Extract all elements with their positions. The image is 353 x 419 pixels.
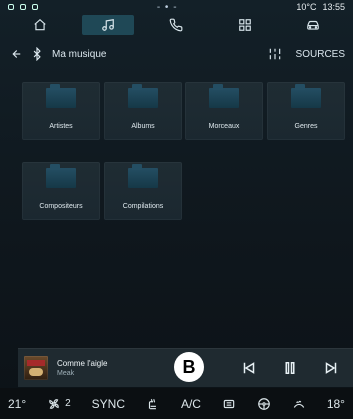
tile-genres[interactable]: Genres [267, 82, 345, 140]
pause-icon[interactable] [281, 359, 299, 377]
status-icon [20, 4, 26, 10]
tile-artistes[interactable]: Artistes [22, 82, 100, 140]
rear-defrost-button[interactable] [222, 397, 236, 411]
music-icon [101, 18, 115, 32]
left-temperature-value: 21° [8, 396, 27, 411]
tab-car[interactable] [287, 15, 339, 35]
tile-morceaux[interactable]: Morceaux [185, 82, 263, 140]
rear-defrost-icon [222, 397, 236, 411]
header-left: Ma musique [8, 47, 106, 61]
windshield-defrost-button[interactable] [292, 397, 306, 411]
top-tabs [0, 14, 353, 36]
next-icon[interactable] [322, 359, 340, 377]
steering-heat-button[interactable] [257, 397, 271, 411]
seat-heat-icon [146, 397, 160, 411]
tile-label: Compilations [122, 203, 164, 210]
header: Ma musique SOURCES [8, 44, 345, 64]
bluetooth-icon [30, 47, 44, 61]
climate-bar: 21° 2 SYNC A/C 18° [0, 388, 353, 419]
track-artist: Meak [57, 370, 75, 377]
outside-temperature: 10°C [296, 2, 317, 12]
status-icon [8, 4, 14, 10]
tile-label: Compositeurs [39, 203, 83, 210]
tile-label: Genres [294, 123, 318, 130]
folder-icon [128, 164, 158, 188]
status-bar: - • - 10°C 13:55 [0, 0, 353, 14]
ac-label: A/C [180, 396, 201, 411]
header-right: SOURCES [268, 47, 345, 61]
back-icon[interactable] [8, 47, 22, 61]
music-screen: - • - 10°C 13:55 Ma musique SOURCES Arti… [0, 0, 353, 419]
tab-music[interactable] [82, 15, 135, 35]
seat-heat-button[interactable] [146, 397, 160, 411]
phone-icon [169, 18, 183, 32]
apps-icon [238, 18, 252, 32]
sync-button[interactable]: SYNC [92, 397, 125, 411]
status-left [8, 4, 38, 10]
playback-controls [240, 358, 340, 378]
car-icon [306, 18, 320, 32]
equalizer-icon[interactable] [268, 47, 282, 61]
folder-icon [46, 84, 76, 108]
folder-icon [128, 84, 158, 108]
left-temperature[interactable]: 21° [8, 397, 26, 411]
tile-compilations[interactable]: Compilations [104, 162, 182, 220]
status-right: 10°C 13:55 [296, 2, 345, 12]
tab-apps[interactable] [219, 15, 271, 35]
tile-albums[interactable]: Albums [104, 82, 182, 140]
steering-wheel-icon [257, 397, 271, 411]
album-art [24, 356, 48, 380]
tile-label: Artistes [49, 123, 73, 130]
fan-icon [47, 397, 61, 411]
callout-b: B [174, 352, 204, 382]
tab-phone[interactable] [150, 15, 202, 35]
folder-icon [209, 84, 239, 108]
status-center: - • - [156, 1, 178, 13]
previous-icon[interactable] [240, 359, 258, 377]
sources-button[interactable]: SOURCES [296, 49, 345, 60]
tab-home[interactable] [14, 15, 66, 35]
tile-compositeurs[interactable]: Compositeurs [22, 162, 100, 220]
windshield-defrost-icon [292, 397, 306, 411]
right-temperature[interactable]: 18° [327, 397, 345, 411]
track-info: Comme l'aigle Meak [57, 359, 177, 377]
tile-label: Albums [131, 123, 155, 130]
fan-speed[interactable]: 2 [47, 397, 71, 411]
signal-icon [32, 4, 38, 10]
page-title: Ma musique [52, 48, 107, 60]
clock: 13:55 [322, 2, 345, 12]
folder-icon [46, 164, 76, 188]
fan-level: 2 [65, 398, 71, 409]
track-title: Comme l'aigle [57, 359, 108, 368]
folder-icon [291, 84, 321, 108]
ac-button[interactable]: A/C [181, 397, 201, 411]
tile-label: Morceaux [208, 123, 240, 130]
home-icon [33, 18, 47, 32]
right-temperature-value: 18° [326, 396, 345, 411]
sync-label: SYNC [91, 396, 125, 411]
